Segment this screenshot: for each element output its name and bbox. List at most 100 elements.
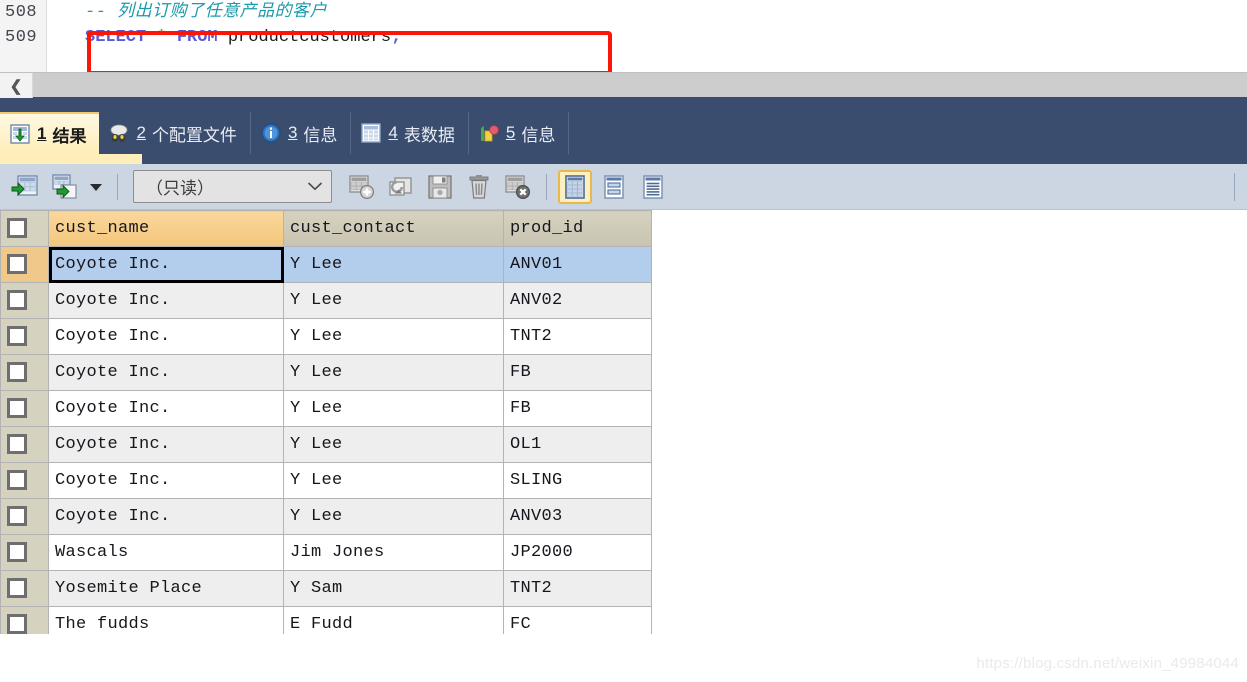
table-row[interactable]: Coyote Inc. Y Lee FB [0, 354, 652, 391]
column-header-cust-contact[interactable]: cust_contact [283, 210, 504, 247]
grid-cell[interactable]: ANV03 [503, 498, 652, 535]
delete-record-icon[interactable] [462, 170, 496, 204]
select-all-checkbox-cell[interactable] [0, 210, 49, 247]
row-checkbox[interactable] [7, 434, 27, 455]
sql-comment-line[interactable]: -- 列出订购了任意产品的客户 [47, 0, 1247, 25]
table-row[interactable]: Yosemite Place Y Sam TNT2 [0, 570, 652, 607]
grid-cell[interactable]: Y Sam [283, 570, 504, 607]
scroll-left-arrow-icon[interactable]: ❮ [0, 73, 33, 98]
row-checkbox[interactable] [7, 326, 27, 347]
row-checkbox[interactable] [7, 470, 27, 491]
tab-table-data[interactable]: 4 表数据 [351, 112, 469, 154]
grid-cell[interactable]: Y Lee [283, 282, 504, 319]
grid-cell[interactable]: FB [503, 390, 652, 427]
result-grid-area[interactable]: cust_name cust_contact prod_id Coyote In… [0, 210, 1247, 634]
export-grid-dropdown-chevron-icon[interactable] [86, 170, 106, 204]
grid-cell[interactable]: ANV01 [503, 246, 652, 283]
row-checkbox-cell[interactable] [0, 282, 49, 319]
row-checkbox[interactable] [7, 290, 27, 311]
table-row[interactable]: The fudds E Fudd FC [0, 606, 652, 634]
export-grid-more-icon[interactable] [47, 170, 81, 204]
grid-cell[interactable]: Y Lee [283, 246, 504, 283]
grid-cell[interactable]: OL1 [503, 426, 652, 463]
grid-cell[interactable]: FB [503, 354, 652, 391]
grid-cell[interactable]: TNT2 [503, 318, 652, 355]
add-record-icon[interactable] [345, 170, 379, 204]
row-checkbox[interactable] [7, 506, 27, 527]
row-checkbox-cell[interactable] [0, 318, 49, 355]
table-row[interactable]: Coyote Inc. Y Lee ANV01 [0, 246, 652, 283]
table-row[interactable]: Coyote Inc. Y Lee SLING [0, 462, 652, 499]
grid-cell[interactable]: Y Lee [283, 426, 504, 463]
sql-editor[interactable]: 508 509 -- 列出订购了任意产品的客户 SELECT * FROM pr… [0, 0, 1247, 72]
sql-code-area[interactable]: -- 列出订购了任意产品的客户 SELECT * FROM productcus… [47, 0, 1247, 72]
grid-cell[interactable]: Coyote Inc. [48, 426, 284, 463]
row-checkbox-cell[interactable] [0, 426, 49, 463]
cancel-changes-icon[interactable] [501, 170, 535, 204]
text-view-button[interactable] [636, 170, 670, 204]
grid-cell[interactable]: Coyote Inc. [48, 354, 284, 391]
sql-statement-line[interactable]: SELECT * FROM productcustomers; [47, 25, 1247, 50]
editor-horizontal-scrollbar[interactable]: ❮ [0, 72, 1247, 98]
table-row[interactable]: Coyote Inc. Y Lee FB [0, 390, 652, 427]
grid-cell[interactable]: Y Lee [283, 390, 504, 427]
grid-cell[interactable]: Coyote Inc. [48, 462, 284, 499]
table-row[interactable]: Coyote Inc. Y Lee ANV02 [0, 282, 652, 319]
result-grid[interactable]: cust_name cust_contact prod_id Coyote In… [0, 210, 652, 634]
grid-cell[interactable]: TNT2 [503, 570, 652, 607]
grid-cell[interactable]: E Fudd [283, 606, 504, 634]
row-checkbox[interactable] [7, 578, 27, 599]
row-checkbox-cell[interactable] [0, 498, 49, 535]
row-checkbox-cell[interactable] [0, 462, 49, 499]
grid-view-button[interactable] [558, 169, 592, 204]
grid-cell[interactable]: Y Lee [283, 498, 504, 535]
grid-cell[interactable]: Yosemite Place [48, 570, 284, 607]
row-checkbox-cell[interactable] [0, 534, 49, 571]
grid-cell[interactable]: Coyote Inc. [48, 498, 284, 535]
grid-download-icon [9, 123, 31, 145]
table-row[interactable]: Coyote Inc. Y Lee OL1 [0, 426, 652, 463]
tab-info[interactable]: 3 信息 [251, 112, 352, 154]
row-checkbox-cell[interactable] [0, 354, 49, 391]
table-row[interactable]: Coyote Inc. Y Lee TNT2 [0, 318, 652, 355]
grid-cell[interactable]: SLING [503, 462, 652, 499]
table-row[interactable]: Coyote Inc. Y Lee ANV03 [0, 498, 652, 535]
row-checkbox-cell[interactable] [0, 246, 49, 283]
grid-cell[interactable]: Coyote Inc. [48, 246, 284, 283]
record-mode-select[interactable]: （只读） [133, 170, 332, 203]
grid-cell[interactable]: JP2000 [503, 534, 652, 571]
form-view-button[interactable] [597, 170, 631, 204]
grid-cell[interactable]: Coyote Inc. [48, 282, 284, 319]
row-checkbox-cell[interactable] [0, 606, 49, 634]
export-grid-icon[interactable] [8, 170, 42, 204]
grid-cell[interactable]: ANV02 [503, 282, 652, 319]
row-checkbox[interactable] [7, 614, 27, 634]
grid-cell[interactable]: Y Lee [283, 318, 504, 355]
grid-cell[interactable]: Coyote Inc. [48, 390, 284, 427]
grid-cell[interactable]: Y Lee [283, 462, 504, 499]
column-header-prod-id[interactable]: prod_id [503, 210, 652, 247]
tab-result[interactable]: 1 结果 [0, 112, 100, 154]
result-toolbar[interactable]: （只读） [0, 164, 1247, 210]
row-checkbox[interactable] [7, 398, 27, 419]
tab-message[interactable]: 5 信息 [469, 112, 570, 154]
column-header-cust-name[interactable]: cust_name [48, 210, 284, 247]
apply-changes-icon[interactable] [423, 170, 457, 204]
grid-cell[interactable]: FC [503, 606, 652, 634]
grid-cell[interactable]: Wascals [48, 534, 284, 571]
line-number: 508 [5, 3, 38, 22]
grid-cell[interactable]: The fudds [48, 606, 284, 634]
table-row[interactable]: Wascals Jim Jones JP2000 [0, 534, 652, 571]
row-checkbox[interactable] [7, 362, 27, 383]
row-checkbox-cell[interactable] [0, 390, 49, 427]
row-checkbox[interactable] [7, 542, 27, 563]
select-all-checkbox[interactable] [7, 218, 27, 239]
revert-record-icon[interactable] [384, 170, 418, 204]
row-checkbox-cell[interactable] [0, 570, 49, 607]
grid-cell[interactable]: Jim Jones [283, 534, 504, 571]
result-tab-bar[interactable]: 1 结果 2 个配置文件 3 信息 4 表数据 5 信息 [0, 112, 1247, 154]
grid-cell[interactable]: Y Lee [283, 354, 504, 391]
tab-profile[interactable]: 2 个配置文件 [99, 112, 251, 154]
row-checkbox[interactable] [7, 254, 27, 275]
grid-cell[interactable]: Coyote Inc. [48, 318, 284, 355]
